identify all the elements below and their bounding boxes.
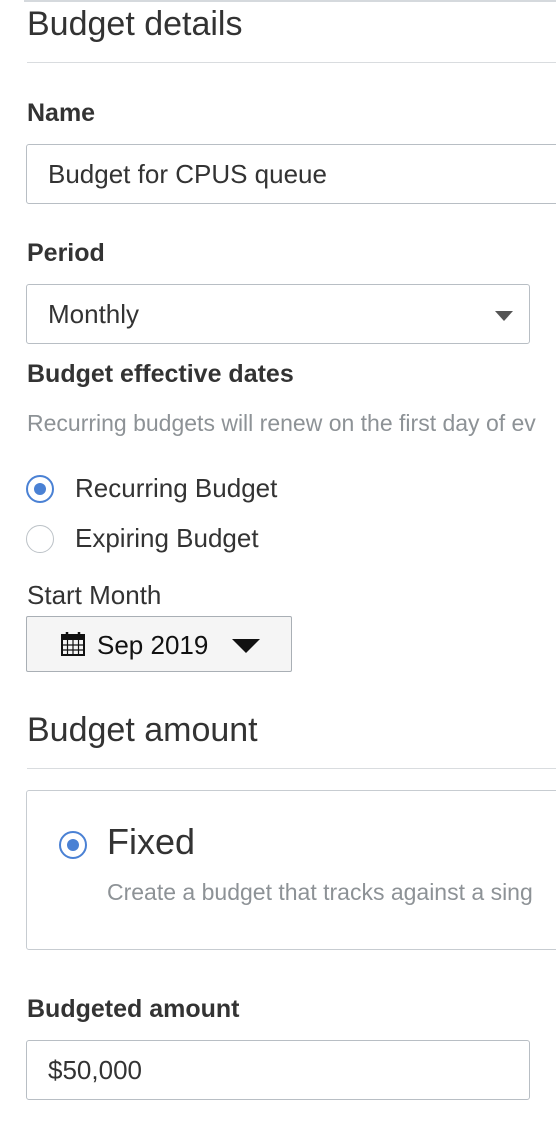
start-month-value: Sep 2019 bbox=[97, 630, 209, 660]
effective-dates-helper-text: Recurring budgets will renew on the firs… bbox=[27, 410, 536, 436]
budgeted-amount-label: Budgeted amount bbox=[27, 995, 240, 1023]
chevron-down-icon bbox=[495, 311, 513, 321]
period-label: Period bbox=[27, 239, 105, 267]
budget-amount-title: Budget amount bbox=[27, 711, 258, 749]
top-border bbox=[24, 0, 556, 2]
fixed-radio[interactable] bbox=[59, 831, 87, 859]
section-divider bbox=[27, 768, 556, 769]
name-label: Name bbox=[27, 99, 96, 127]
start-month-dropdown[interactable]: Sep 2019 bbox=[26, 616, 292, 672]
calendar-icon bbox=[61, 632, 85, 656]
period-select-value: Monthly bbox=[48, 298, 140, 329]
budget-details-title: Budget details bbox=[27, 5, 243, 43]
period-select[interactable]: Monthly bbox=[26, 284, 530, 344]
recurring-budget-label: Recurring Budget bbox=[75, 473, 278, 503]
section-divider bbox=[27, 62, 556, 63]
expiring-budget-option[interactable]: Expiring Budget bbox=[26, 523, 259, 554]
expiring-budget-radio[interactable] bbox=[26, 524, 54, 553]
budgeted-amount-input[interactable] bbox=[26, 1040, 530, 1100]
effective-dates-title: Budget effective dates bbox=[27, 360, 294, 388]
recurring-budget-option[interactable]: Recurring Budget bbox=[26, 473, 277, 504]
expiring-budget-label: Expiring Budget bbox=[75, 523, 259, 553]
fixed-title: Fixed bbox=[107, 821, 196, 862]
name-input[interactable] bbox=[26, 144, 556, 204]
fixed-description: Create a budget that tracks against a si… bbox=[107, 879, 533, 905]
fixed-budget-card[interactable]: Fixed Create a budget that tracks agains… bbox=[26, 790, 556, 950]
start-month-label: Start Month bbox=[27, 580, 162, 610]
recurring-budget-radio[interactable] bbox=[26, 474, 54, 503]
caret-down-icon bbox=[232, 639, 260, 653]
